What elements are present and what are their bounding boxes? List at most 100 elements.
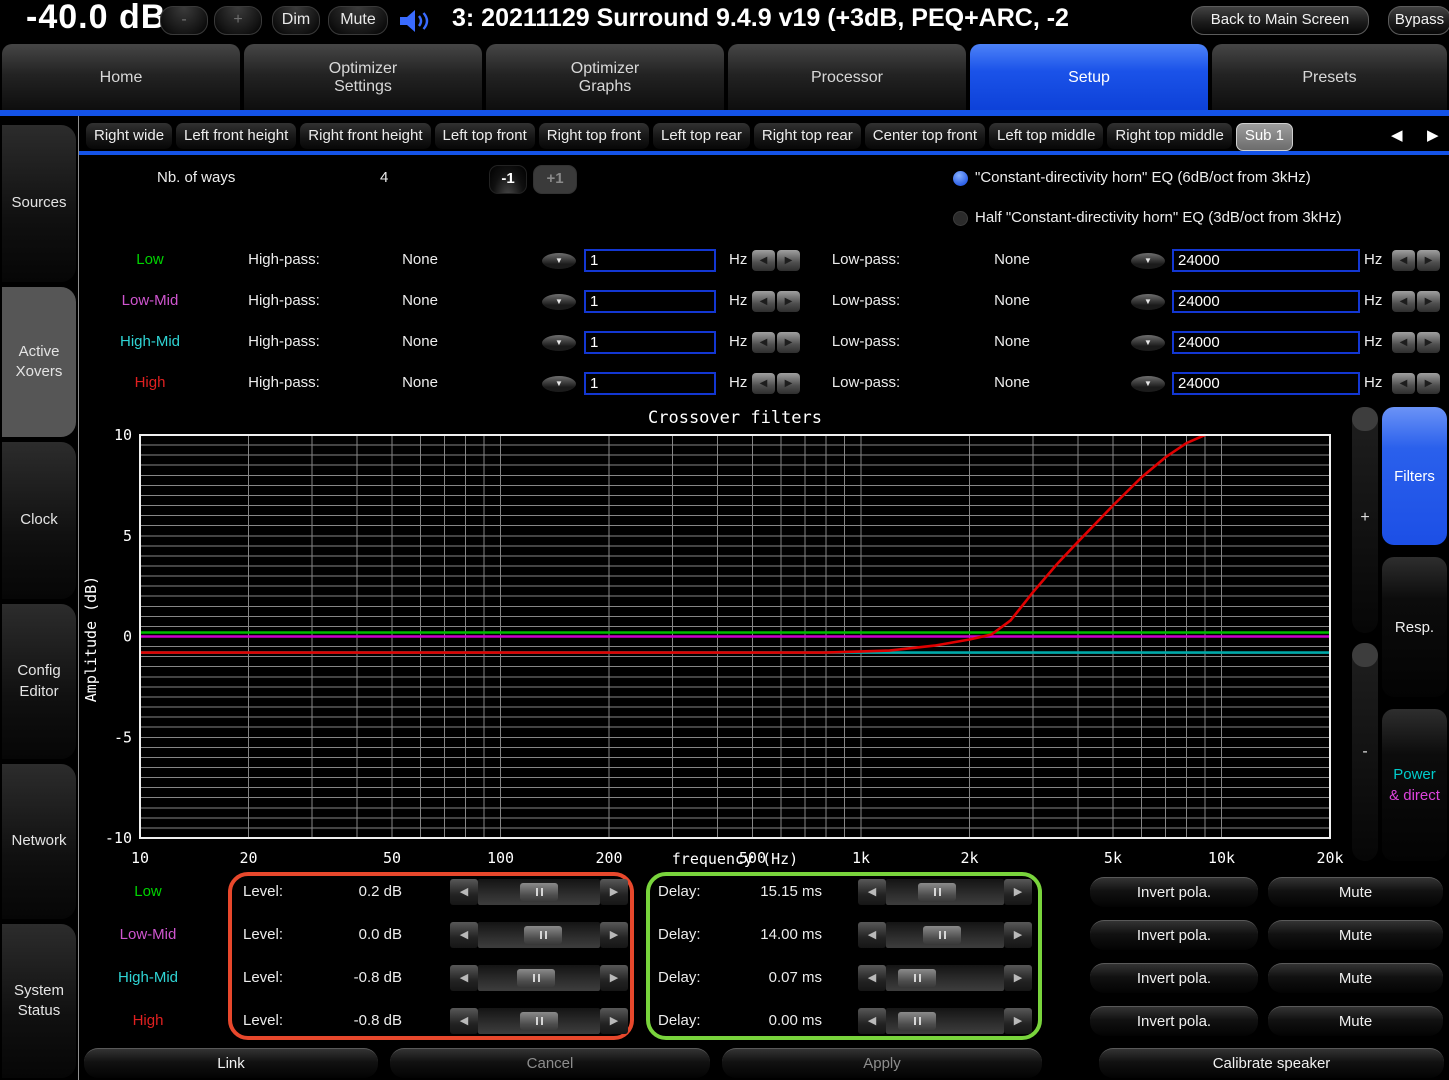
delay-slider-track[interactable]	[886, 965, 1004, 991]
highpass-freq-input[interactable]	[584, 290, 716, 313]
mute-band-button[interactable]: Mute	[1268, 920, 1443, 950]
invert-polarity-button[interactable]: Invert pola.	[1090, 920, 1258, 950]
scroll-thumb[interactable]	[1352, 407, 1378, 431]
delay-slider-decrease-icon[interactable]: ◀	[858, 965, 886, 991]
freq-step-down-icon[interactable]: ◀	[1392, 373, 1415, 394]
bypass-button[interactable]: Bypass	[1388, 6, 1449, 35]
level-slider-track[interactable]	[478, 879, 600, 905]
calibrate-speaker-button[interactable]: Calibrate speaker	[1099, 1048, 1444, 1078]
zoom-out-scrollbar[interactable]: -	[1352, 643, 1378, 861]
zoom-in-icon[interactable]: +	[1352, 509, 1378, 527]
horn-eq-radio-selected[interactable]	[953, 171, 968, 186]
speaker-tab-right-top-rear[interactable]: Right top rear	[754, 123, 861, 149]
link-button[interactable]: Link	[84, 1048, 378, 1078]
delay-slider-decrease-icon[interactable]: ◀	[858, 922, 886, 948]
lowpass-dropdown-icon[interactable]: ▼	[1131, 376, 1165, 392]
level-slider-increase-icon[interactable]: ▶	[600, 1008, 628, 1034]
freq-step-up-icon[interactable]: ▶	[777, 291, 800, 312]
sidebar-item-sources[interactable]: Sources	[2, 125, 76, 282]
delay-slider-thumb[interactable]	[898, 1012, 936, 1030]
cancel-button[interactable]: Cancel	[390, 1048, 710, 1078]
lowpass-freq-input[interactable]	[1172, 372, 1360, 395]
level-slider-increase-icon[interactable]: ▶	[600, 879, 628, 905]
invert-polarity-button[interactable]: Invert pola.	[1090, 963, 1258, 993]
level-slider-thumb[interactable]	[517, 969, 555, 987]
back-to-main-screen-button[interactable]: Back to Main Screen	[1191, 6, 1369, 35]
level-slider-thumb[interactable]	[524, 926, 562, 944]
delay-slider-increase-icon[interactable]: ▶	[1004, 879, 1032, 905]
lowpass-freq-input[interactable]	[1172, 331, 1360, 354]
delay-slider-increase-icon[interactable]: ▶	[1004, 1008, 1032, 1034]
mute-band-button[interactable]: Mute	[1268, 877, 1443, 907]
delay-slider-increase-icon[interactable]: ▶	[1004, 965, 1032, 991]
delay-slider-decrease-icon[interactable]: ◀	[858, 1008, 886, 1034]
invert-polarity-button[interactable]: Invert pola.	[1090, 1006, 1258, 1036]
volume-down-button[interactable]: -	[160, 6, 208, 35]
zoom-out-icon[interactable]: -	[1352, 743, 1378, 761]
lowpass-freq-input[interactable]	[1172, 290, 1360, 313]
zoom-in-scrollbar[interactable]: +	[1352, 407, 1378, 633]
freq-step-down-icon[interactable]: ◀	[752, 291, 775, 312]
lowpass-dropdown-icon[interactable]: ▼	[1131, 294, 1165, 310]
highpass-dropdown-icon[interactable]: ▼	[542, 335, 576, 351]
apply-button[interactable]: Apply	[722, 1048, 1042, 1078]
speaker-tabs-prev-icon[interactable]: ◀	[1391, 122, 1403, 150]
freq-step-up-icon[interactable]: ▶	[777, 332, 800, 353]
highpass-freq-input[interactable]	[584, 331, 716, 354]
filters-view-button[interactable]: Filters	[1382, 407, 1447, 545]
freq-step-down-icon[interactable]: ◀	[752, 250, 775, 271]
speaker-tab-center-top-front[interactable]: Center top front	[865, 123, 985, 149]
dim-button[interactable]: Dim	[272, 6, 320, 35]
speaker-tab-right-top-front[interactable]: Right top front	[539, 123, 649, 149]
ways-decrement-button[interactable]: -1	[489, 165, 527, 194]
speaker-tab-left-top-front[interactable]: Left top front	[435, 123, 535, 149]
freq-step-down-icon[interactable]: ◀	[752, 332, 775, 353]
sidebar-item-clock[interactable]: Clock	[2, 442, 76, 599]
speaker-tab-right-wide[interactable]: Right wide	[86, 123, 172, 149]
lowpass-dropdown-icon[interactable]: ▼	[1131, 253, 1165, 269]
delay-slider-track[interactable]	[886, 879, 1004, 905]
volume-up-button[interactable]: +	[214, 6, 262, 35]
freq-step-up-icon[interactable]: ▶	[1417, 332, 1440, 353]
highpass-dropdown-icon[interactable]: ▼	[542, 253, 576, 269]
speaker-tab-sub-1[interactable]: Sub 1	[1236, 123, 1293, 151]
tab-processor[interactable]: Processor	[728, 44, 966, 111]
level-slider-decrease-icon[interactable]: ◀	[450, 922, 478, 948]
delay-slider-thumb[interactable]	[923, 926, 961, 944]
freq-step-down-icon[interactable]: ◀	[1392, 332, 1415, 353]
highpass-dropdown-icon[interactable]: ▼	[542, 294, 576, 310]
level-slider-increase-icon[interactable]: ▶	[600, 965, 628, 991]
freq-step-up-icon[interactable]: ▶	[777, 250, 800, 271]
tab-setup[interactable]: Setup	[970, 44, 1208, 111]
delay-slider-decrease-icon[interactable]: ◀	[858, 879, 886, 905]
mute-band-button[interactable]: Mute	[1268, 963, 1443, 993]
level-slider-track[interactable]	[478, 1008, 600, 1034]
horn-eq-radio-unselected[interactable]	[953, 211, 968, 226]
sidebar-item-active-xovers[interactable]: Active Xovers	[2, 287, 76, 437]
freq-step-down-icon[interactable]: ◀	[1392, 291, 1415, 312]
delay-slider-thumb[interactable]	[898, 969, 936, 987]
level-slider-increase-icon[interactable]: ▶	[600, 922, 628, 948]
mute-button[interactable]: Mute	[328, 6, 388, 35]
speaker-tab-right-top-middle[interactable]: Right top middle	[1107, 123, 1231, 149]
speaker-tab-right-front-height[interactable]: Right front height	[300, 123, 430, 149]
level-slider-thumb[interactable]	[520, 883, 558, 901]
tab-optimizer-settings[interactable]: Optimizer Settings	[244, 44, 482, 111]
speaker-tab-left-top-middle[interactable]: Left top middle	[989, 123, 1103, 149]
freq-step-up-icon[interactable]: ▶	[777, 373, 800, 394]
level-slider-track[interactable]	[478, 922, 600, 948]
delay-slider-track[interactable]	[886, 922, 1004, 948]
freq-step-up-icon[interactable]: ▶	[1417, 373, 1440, 394]
speaker-tab-left-top-rear[interactable]: Left top rear	[653, 123, 750, 149]
ways-increment-button[interactable]: +1	[533, 165, 577, 194]
level-slider-thumb[interactable]	[520, 1012, 558, 1030]
delay-slider-track[interactable]	[886, 1008, 1004, 1034]
freq-step-down-icon[interactable]: ◀	[752, 373, 775, 394]
freq-step-up-icon[interactable]: ▶	[1417, 250, 1440, 271]
highpass-freq-input[interactable]	[584, 372, 716, 395]
freq-step-up-icon[interactable]: ▶	[1417, 291, 1440, 312]
tab-optimizer-graphs[interactable]: Optimizer Graphs	[486, 44, 724, 111]
sidebar-item-config-editor[interactable]: Config Editor	[2, 604, 76, 759]
freq-step-down-icon[interactable]: ◀	[1392, 250, 1415, 271]
invert-polarity-button[interactable]: Invert pola.	[1090, 877, 1258, 907]
